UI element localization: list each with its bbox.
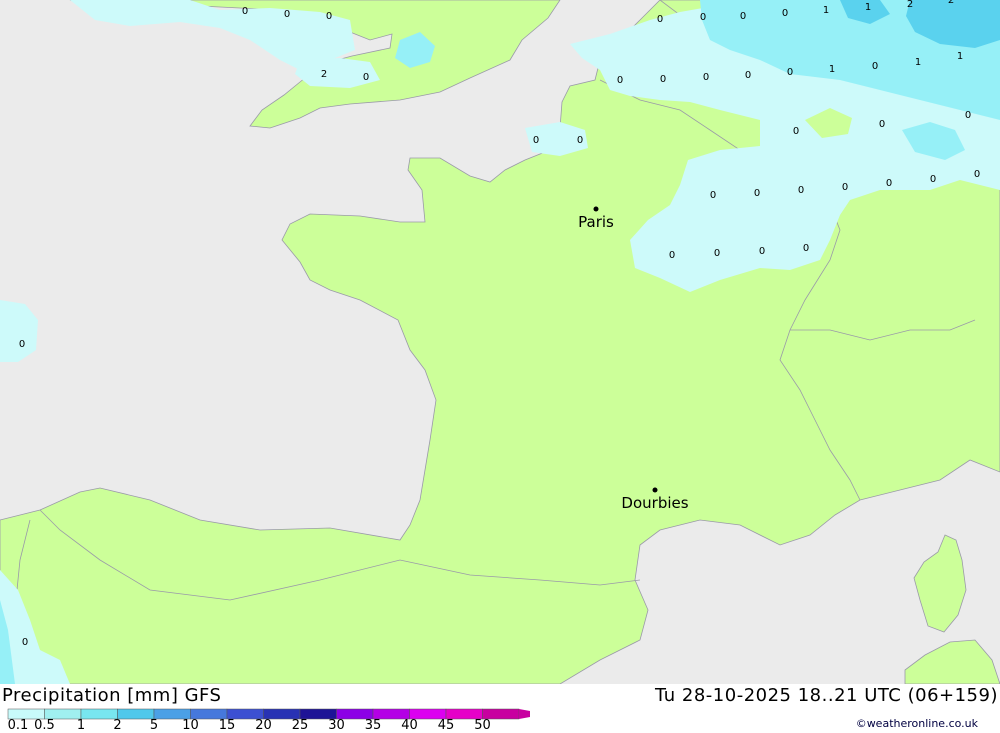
- precip-value-label: 0: [533, 135, 539, 146]
- legend-tick-label: 0.5: [34, 718, 55, 733]
- precip-value-label: 0: [965, 110, 971, 121]
- precip-value-label: 0: [872, 61, 878, 72]
- legend-tick-label: 15: [218, 718, 236, 733]
- precip-value-label: 0: [617, 75, 623, 86]
- precip-value-label: 1: [823, 5, 829, 16]
- color-legend: 0.1 0.5 1 2 5 10 15 20 25 30 35 40 45 50: [0, 706, 547, 733]
- precip-value-label: 2: [321, 69, 327, 80]
- precip-value-label: 0: [19, 339, 25, 350]
- legend-tick-label: 20: [255, 718, 272, 733]
- precip-value-label: 0: [803, 243, 809, 254]
- precip-value-label: 1: [865, 2, 871, 13]
- precip-value-label: 0: [710, 190, 716, 201]
- precip-value-label: 0: [700, 12, 706, 23]
- precip-value-label: 0: [793, 126, 799, 137]
- precipitation-map[interactable]: 0 0 0 0 0 0 0 1 1 2 2 2 0 0 0 0 0 0 1 0 1 1 0 0 0 0 0 0 0 0 0 0 0 0 0 0 0 0 0 0…: [0, 0, 1000, 684]
- precip-value-label: 0: [886, 178, 892, 189]
- city-label-dourbies: Dourbies: [621, 494, 688, 512]
- precip-value-label: 0: [759, 246, 765, 257]
- legend-arrow: [519, 709, 547, 719]
- legend-tick-label: 25: [291, 718, 309, 733]
- legend-tick-label: 0.1: [7, 718, 29, 733]
- valid-time: Tu 28-10-2025 18..21 UTC (06+159): [655, 685, 998, 706]
- legend-tick-label: 2: [113, 718, 122, 733]
- legend-swatch: [117, 708, 155, 720]
- city-label-paris: Paris: [578, 213, 614, 231]
- precip-value-label: 0: [22, 637, 28, 648]
- precip-value-label: 2: [907, 0, 913, 10]
- precip-value-label: 0: [782, 8, 788, 19]
- precip-value-label: 0: [284, 9, 290, 20]
- precip-value-label: 0: [657, 14, 663, 25]
- precip-value-label: 0: [745, 70, 751, 81]
- precip-value-label: 0: [669, 250, 675, 261]
- precip-value-label: 0: [577, 135, 583, 146]
- precip-value-label: 2: [948, 0, 954, 6]
- legend-tick-label: 10: [182, 718, 199, 733]
- precip-value-label: 0: [326, 11, 332, 22]
- precip-value-label: 0: [879, 119, 885, 130]
- precip-value-label: 1: [957, 51, 963, 62]
- legend-tick-label: 50: [474, 718, 491, 733]
- footer-bar: Precipitation [mm] GFS Tu 28-10-2025 18.…: [0, 684, 1000, 733]
- precip-value-label: 0: [363, 72, 369, 83]
- city-marker: [652, 487, 658, 493]
- precip-value-label: 0: [930, 174, 936, 185]
- legend-tick-label: 5: [149, 718, 159, 733]
- precip-value-label: 0: [703, 72, 709, 83]
- precip-value-label: 0: [714, 248, 720, 259]
- legend-tick-label: 30: [328, 718, 345, 733]
- city-marker: [593, 206, 599, 212]
- precip-value-label: 0: [740, 11, 746, 22]
- precip-value-label: 0: [242, 6, 248, 17]
- legend-swatch: [80, 708, 118, 720]
- credit-link[interactable]: ©weatheronline.co.uk: [856, 717, 978, 730]
- precip-value-label: 0: [842, 182, 848, 193]
- precip-value-label: 0: [798, 185, 804, 196]
- precip-value-label: 0: [660, 74, 666, 85]
- legend-tick-label: 1: [76, 718, 86, 733]
- legend-tick-label: 45: [437, 718, 455, 733]
- legend-tick-label: 40: [401, 718, 418, 733]
- legend-tick-label: 35: [364, 718, 382, 733]
- precip-value-label: 1: [915, 57, 921, 68]
- precip-value-label: 1: [829, 64, 835, 75]
- precip-value-label: 0: [787, 67, 793, 78]
- map-title: Precipitation [mm] GFS: [2, 685, 222, 706]
- precip-value-label: 0: [974, 169, 980, 180]
- precip-value-label: 0: [754, 188, 760, 199]
- map-canvas: 0 0 0 0 0 0 0 1 1 2 2 2 0 0 0 0 0 0 1 0 1 1 0 0 0 0 0 0 0 0 0 0 0 0 0 0 0 0 0 0…: [0, 0, 1000, 684]
